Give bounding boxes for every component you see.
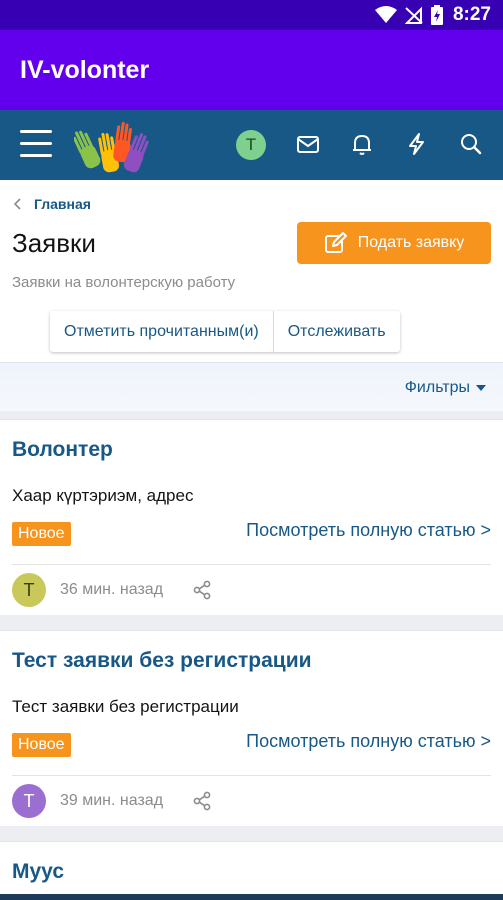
caret-down-icon <box>476 384 486 391</box>
filters-label: Фильтры <box>404 378 470 396</box>
app-bar: IV-volonter <box>0 30 503 110</box>
mark-read-button[interactable]: Отметить прочитанным(и) <box>50 311 273 352</box>
app-title: IV-volonter <box>20 56 150 84</box>
breadcrumb-home[interactable]: Главная <box>34 196 91 212</box>
separator <box>0 411 503 419</box>
read-more-link[interactable]: Посмотреть полную статью > <box>246 520 491 541</box>
main-content: Главная Заявки Подать заявку Заявки на в… <box>0 180 503 900</box>
request-body: Тест заявки без регистрации <box>12 697 239 716</box>
bell-icon[interactable] <box>349 131 375 157</box>
status-time: 8:27 <box>452 4 491 25</box>
battery-icon <box>430 5 443 25</box>
mail-icon[interactable] <box>295 131 321 157</box>
breadcrumb[interactable]: Главная <box>14 194 91 214</box>
divider <box>12 564 491 565</box>
bottom-edge <box>0 894 503 900</box>
post-time: 36 мин. назад <box>60 581 164 598</box>
page-description: Заявки на волонтерскую работу <box>12 274 236 291</box>
edit-icon <box>324 232 347 253</box>
divider <box>12 775 491 776</box>
request-title[interactable]: Волонтер <box>12 438 113 462</box>
request-card: Муус <box>0 841 503 900</box>
request-card: Тест заявки без регистрации Тест заявки … <box>0 630 503 826</box>
author-avatar[interactable]: T <box>12 573 46 607</box>
watch-button[interactable]: Отслеживать <box>272 311 400 352</box>
request-card: Волонтер Хаар күртэриэм, адрес Новое Пос… <box>0 419 503 615</box>
share-icon[interactable] <box>193 791 211 811</box>
chevron-left-icon <box>14 198 21 210</box>
submit-request-button[interactable]: Подать заявку <box>297 222 491 264</box>
request-body: Хаар күртэриэм, адрес <box>12 486 194 505</box>
action-button-group: Отметить прочитанным(и) Отслеживать <box>50 311 400 352</box>
read-more-link[interactable]: Посмотреть полную статью > <box>246 731 491 752</box>
separator <box>0 615 503 630</box>
new-badge: Новое <box>12 522 71 546</box>
new-badge: Новое <box>12 733 71 757</box>
site-nav: T <box>0 110 503 180</box>
status-icons: 8:27 <box>374 0 491 30</box>
author-avatar[interactable]: T <box>12 784 46 818</box>
separator <box>0 826 503 841</box>
filter-bar: Фильтры <box>0 362 503 411</box>
search-icon[interactable] <box>458 131 484 157</box>
wifi-icon <box>374 6 397 23</box>
post-time: 39 мин. назад <box>60 792 164 809</box>
filters-button[interactable]: Фильтры <box>405 363 487 412</box>
logo-hands-icon[interactable] <box>74 116 150 176</box>
no-signal-icon <box>404 6 423 24</box>
menu-icon[interactable] <box>20 130 52 158</box>
request-title[interactable]: Тест заявки без регистрации <box>12 649 312 673</box>
submit-request-label: Подать заявку <box>357 234 465 251</box>
user-avatar[interactable]: T <box>236 130 266 160</box>
status-bar: 8:27 <box>0 0 503 30</box>
lightning-icon[interactable] <box>404 131 430 157</box>
share-icon[interactable] <box>193 580 211 600</box>
page-title: Заявки <box>12 228 96 258</box>
request-title[interactable]: Муус <box>12 860 64 884</box>
